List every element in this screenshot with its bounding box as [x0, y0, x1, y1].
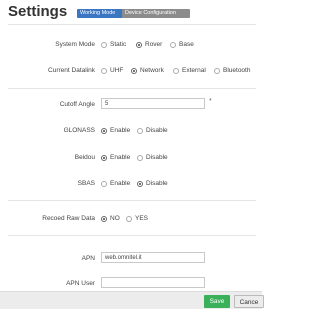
radio-selected-icon[interactable]	[136, 41, 142, 48]
radio-icon[interactable]	[170, 41, 176, 48]
required-mark: *	[209, 98, 212, 105]
glonass-disable-option[interactable]: Disable	[137, 127, 168, 134]
datalink-bluetooth-option[interactable]: Bluetooth	[214, 67, 250, 74]
apn-label: APN	[81, 255, 95, 262]
save-button[interactable]: Save	[204, 295, 230, 308]
sbas-label: SBAS	[77, 180, 95, 187]
sbas-disable-option[interactable]: Disable	[137, 180, 168, 187]
radio-icon[interactable]	[101, 180, 107, 187]
apn-user-input[interactable]	[101, 277, 205, 288]
system-mode-label: System Mode	[55, 41, 95, 48]
radio-selected-icon[interactable]	[101, 127, 107, 134]
beidou-disable-option[interactable]: Disable	[137, 154, 168, 161]
tab-working-mode[interactable]: Working Mode	[77, 9, 123, 18]
glonass-enable-option[interactable]: Enable	[101, 127, 130, 134]
beidou-enable-option[interactable]: Enable	[101, 154, 130, 161]
glonass-label: GLONASS	[63, 127, 95, 134]
beidou-label: Beidou	[74, 154, 95, 161]
cutoff-angle-label: Cutoff Angle	[59, 101, 95, 108]
settings-header: Settings Working Mode Device Configurati…	[0, 0, 262, 24]
record-raw-data-label: Recoed Raw Data	[42, 215, 95, 222]
radio-icon[interactable]	[101, 41, 107, 48]
current-datalink-label: Current Datalink	[48, 67, 95, 74]
radio-icon[interactable]	[214, 67, 220, 74]
apn-input[interactable]: web.omnitel.it	[101, 252, 205, 263]
radio-icon[interactable]	[101, 67, 107, 74]
system-mode-base-option[interactable]: Base	[170, 41, 194, 48]
tab-device-configuration[interactable]: Device Configuration	[122, 9, 190, 18]
radio-selected-icon[interactable]	[101, 154, 107, 161]
radio-icon[interactable]	[137, 127, 143, 134]
radio-icon[interactable]	[126, 215, 132, 222]
cancel-button[interactable]: Cance	[234, 295, 264, 308]
radio-icon[interactable]	[137, 154, 143, 161]
datalink-external-option[interactable]: External	[173, 67, 206, 74]
system-mode-rover-option[interactable]: Rover	[136, 41, 162, 48]
datalink-network-option[interactable]: Network	[131, 67, 164, 74]
record-raw-data-no-option[interactable]: NO	[101, 215, 120, 222]
radio-selected-icon[interactable]	[137, 180, 143, 187]
radio-selected-icon[interactable]	[131, 67, 137, 74]
radio-selected-icon[interactable]	[101, 215, 107, 222]
cutoff-angle-input[interactable]: 5	[101, 98, 205, 109]
apn-user-label: APN User	[66, 280, 95, 287]
datalink-uhf-option[interactable]: UHF	[101, 67, 123, 74]
section-divider	[8, 88, 256, 89]
system-mode-static-option[interactable]: Static	[101, 41, 126, 48]
section-divider	[8, 235, 256, 236]
radio-icon[interactable]	[173, 67, 179, 74]
section-divider	[8, 200, 256, 201]
page-title: Settings	[8, 3, 68, 20]
record-raw-data-yes-option[interactable]: YES	[126, 215, 148, 222]
header-divider	[8, 24, 256, 25]
sbas-enable-option[interactable]: Enable	[101, 180, 130, 187]
